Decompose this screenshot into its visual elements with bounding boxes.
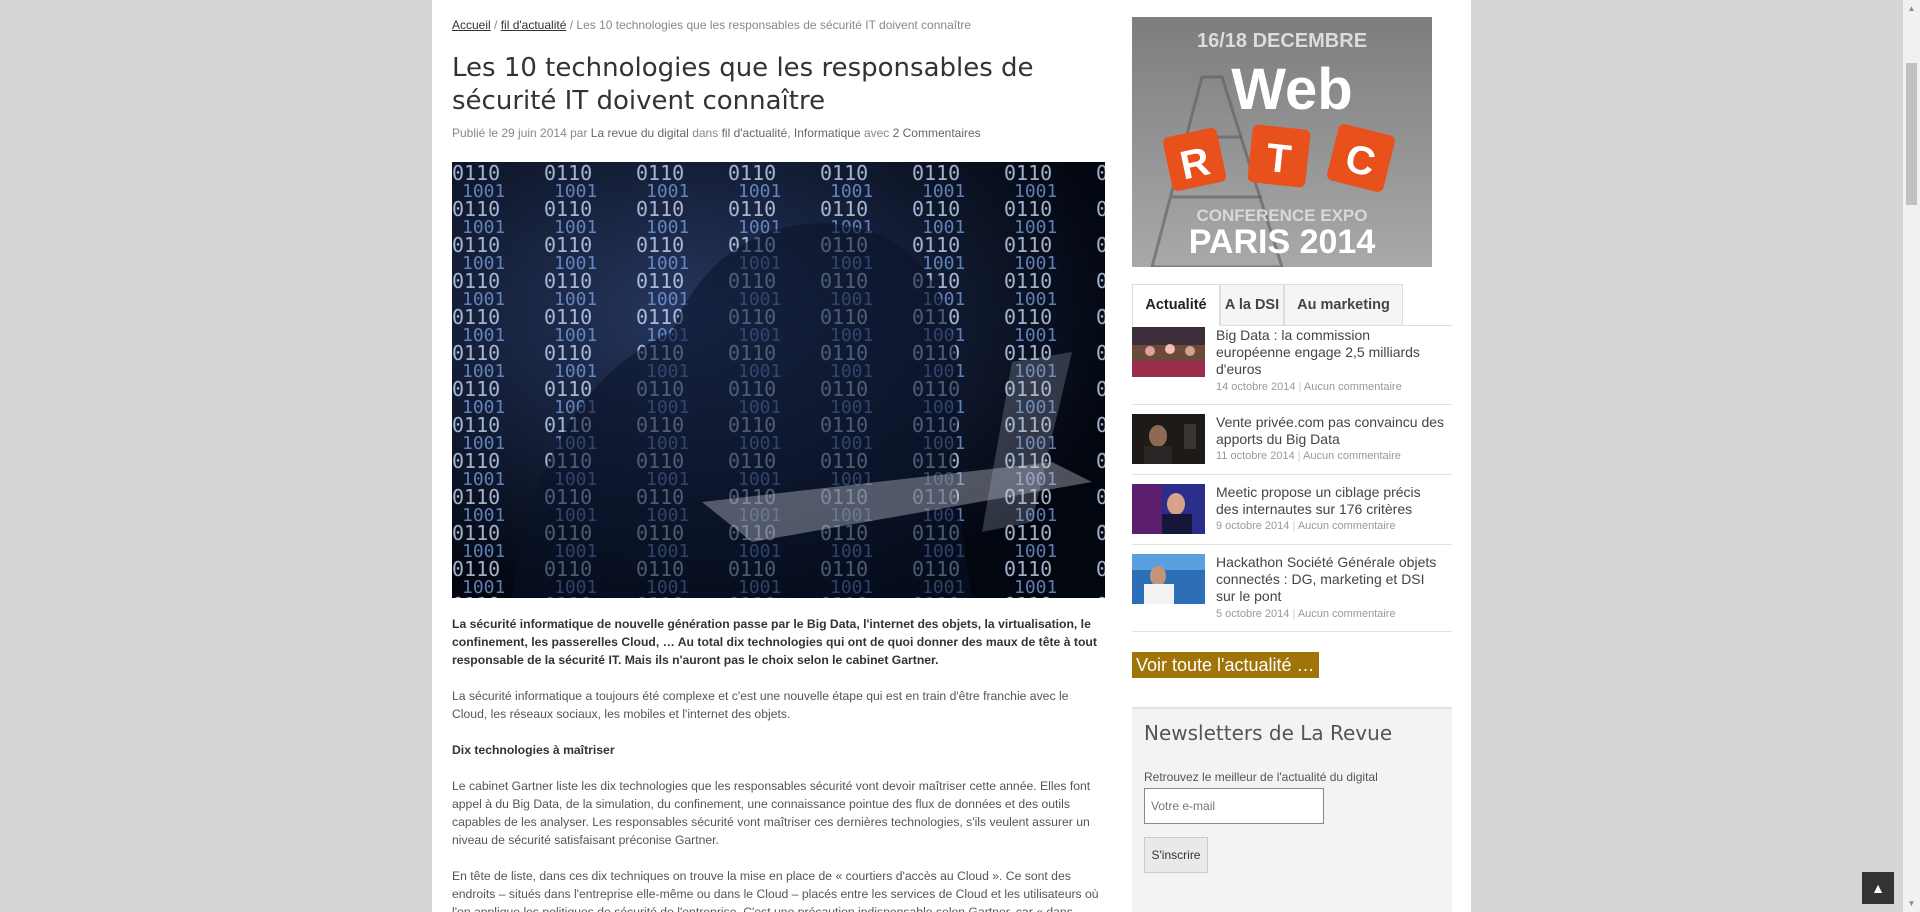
meta-with: avec bbox=[860, 126, 893, 140]
tab-au-marketing[interactable]: Au marketing bbox=[1284, 284, 1403, 326]
article-subheading: Dix technologies à maîtriser bbox=[452, 743, 615, 757]
article-title: Les 10 technologies que les responsables… bbox=[452, 53, 1034, 116]
voir-toute-actualite-link[interactable]: Voir toute l'actualité … bbox=[1132, 652, 1319, 678]
news-meta: 14 octobre 2014 | Aucun commentaire bbox=[1216, 381, 1402, 393]
news-date: 11 octobre 2014 bbox=[1216, 450, 1295, 462]
chevron-up-icon: ▲ bbox=[1871, 880, 1885, 896]
breadcrumb-category-link[interactable]: fil d'actualité bbox=[501, 18, 567, 32]
news-item[interactable]: Hackathon Société Générale objets connec… bbox=[1132, 554, 1452, 632]
news-title-link[interactable]: Vente privée.com pas convaincu des appor… bbox=[1216, 414, 1446, 448]
news-item[interactable]: Vente privée.com pas convaincu des appor… bbox=[1132, 414, 1452, 475]
scroll-down-arrow-icon[interactable]: ▼ bbox=[1903, 895, 1920, 912]
news-thumbnail[interactable] bbox=[1132, 414, 1205, 464]
news-item[interactable]: Meetic propose un ciblage précis des int… bbox=[1132, 484, 1452, 545]
news-date: 14 octobre 2014 bbox=[1216, 381, 1296, 393]
tab-a-la-dsi[interactable]: A la DSI bbox=[1220, 284, 1284, 326]
newsletter-widget: Newsletters de La Revue Retrouvez le mei… bbox=[1132, 707, 1452, 912]
comments-link[interactable]: 2 Commentaires bbox=[893, 126, 981, 140]
news-meta: 11 octobre 2014 | Aucun commentaire bbox=[1216, 450, 1401, 462]
article-body: La sécurité informatique de nouvelle gén… bbox=[452, 615, 1107, 912]
webrtc-ad-banner[interactable]: 16/18 DECEMBRE Web R T C CONFERENCE EXPO… bbox=[1132, 17, 1432, 267]
news-comments-link[interactable]: Aucun commentaire bbox=[1304, 381, 1402, 393]
news-date: 9 octobre 2014 bbox=[1216, 520, 1290, 532]
news-title-link[interactable]: Hackathon Société Générale objets connec… bbox=[1216, 554, 1446, 605]
news-meta-separator: | bbox=[1292, 520, 1296, 532]
breadcrumb-current: Les 10 technologies que les responsables… bbox=[576, 18, 972, 32]
news-comments-link[interactable]: Aucun commentaire bbox=[1298, 608, 1396, 620]
meta-in: dans bbox=[688, 126, 722, 140]
news-item[interactable]: Big Data : la commission européenne enga… bbox=[1132, 327, 1452, 405]
tab-actualite[interactable]: Actualité bbox=[1132, 284, 1220, 326]
ad-brand: Web bbox=[1231, 57, 1352, 122]
scrollbar-thumb[interactable] bbox=[1906, 63, 1917, 205]
meta-comma: , bbox=[787, 126, 794, 140]
breadcrumb: Accueil / fil d'actualité / Les 10 techn… bbox=[452, 18, 971, 32]
breadcrumb-home-link[interactable]: Accueil bbox=[452, 18, 491, 32]
news-title-link[interactable]: Big Data : la commission européenne enga… bbox=[1216, 327, 1446, 378]
article-paragraph: Le cabinet Gartner liste les dix technol… bbox=[452, 779, 1091, 847]
news-meta-separator: | bbox=[1292, 608, 1296, 620]
news-thumbnail[interactable] bbox=[1132, 327, 1205, 377]
ad-letter-t: T bbox=[1264, 136, 1293, 182]
author-link[interactable]: La revue du digital bbox=[591, 126, 689, 140]
breadcrumb-separator: / bbox=[490, 18, 501, 32]
news-meta-separator: | bbox=[1298, 381, 1302, 393]
news-thumbnail[interactable] bbox=[1132, 554, 1205, 604]
article-paragraph: La sécurité informatique a toujours été … bbox=[452, 689, 1069, 721]
page-scrollbar[interactable]: ▲ ▼ bbox=[1903, 0, 1920, 912]
article-hero-image: 0110 1001 bbox=[452, 162, 1105, 598]
news-thumbnail[interactable] bbox=[1132, 484, 1205, 534]
news-meta: 5 octobre 2014 | Aucun commentaire bbox=[1216, 608, 1396, 620]
category-link-informatique[interactable]: Informatique bbox=[794, 126, 861, 140]
news-date: 5 octobre 2014 bbox=[1216, 608, 1290, 620]
scroll-up-arrow-icon[interactable]: ▲ bbox=[1903, 0, 1920, 17]
ad-dates: 16/18 DECEMBRE bbox=[1197, 30, 1367, 52]
news-meta-separator: | bbox=[1297, 450, 1301, 462]
subscribe-button[interactable]: S'inscrire bbox=[1144, 837, 1208, 873]
category-link-fil[interactable]: fil d'actualité bbox=[722, 126, 788, 140]
news-title-link[interactable]: Meetic propose un ciblage précis des int… bbox=[1216, 484, 1446, 518]
ad-city: PARIS 2014 bbox=[1189, 223, 1376, 261]
newsletter-description: Retrouvez le meilleur de l'actualité du … bbox=[1144, 770, 1378, 784]
back-to-top-button[interactable]: ▲ bbox=[1862, 872, 1894, 904]
article-meta: Publié le 29 juin 2014 par La revue du d… bbox=[452, 126, 981, 140]
breadcrumb-separator: / bbox=[566, 18, 577, 32]
article-paragraph: En tête de liste, dans ces dix technique… bbox=[452, 869, 1099, 912]
news-meta: 9 octobre 2014 | Aucun commentaire bbox=[1216, 520, 1396, 532]
page-container: Accueil / fil d'actualité / Les 10 techn… bbox=[432, 0, 1471, 912]
newsletter-title: Newsletters de La Revue bbox=[1144, 721, 1393, 745]
meta-published: Publié le 29 juin 2014 par bbox=[452, 126, 591, 140]
article-lead: La sécurité informatique de nouvelle gén… bbox=[452, 617, 1097, 667]
news-comments-link[interactable]: Aucun commentaire bbox=[1298, 520, 1396, 532]
email-field[interactable] bbox=[1144, 788, 1324, 824]
news-comments-link[interactable]: Aucun commentaire bbox=[1303, 450, 1401, 462]
news-tabs: Actualité A la DSI Au marketing bbox=[1132, 284, 1452, 326]
